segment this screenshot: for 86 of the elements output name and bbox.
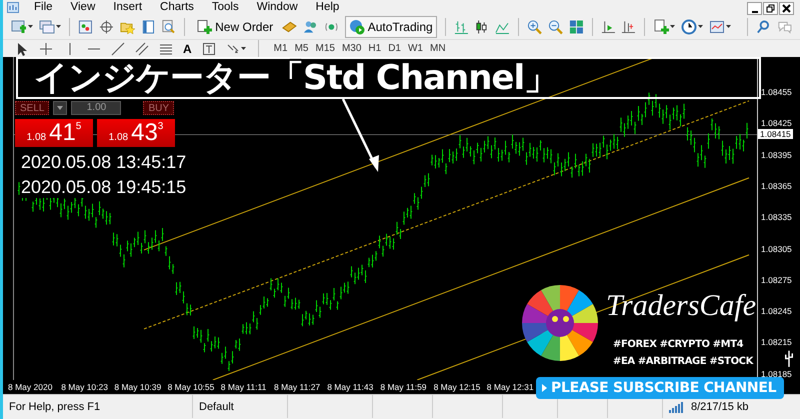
menu-item[interactable]: Charts [151, 1, 203, 13]
trend-line-icon[interactable] [111, 42, 125, 56]
timeframe-button[interactable]: M30 [338, 43, 364, 54]
channel-icon[interactable] [135, 42, 149, 56]
price-label: 1.08245 [761, 306, 792, 316]
timeframe-button[interactable]: D1 [385, 43, 404, 54]
traffic-text: 8/217/15 kb [691, 400, 748, 412]
brand-name: TradersCafe [606, 289, 756, 323]
zoom-in-icon[interactable] [527, 18, 542, 34]
menu-item[interactable]: View [62, 1, 104, 13]
sell-button[interactable]: SELL [15, 101, 50, 115]
autoscroll-icon[interactable] [600, 18, 616, 34]
caret-icon[interactable] [670, 25, 676, 28]
timeframe-button[interactable]: MN [426, 43, 449, 54]
restore-icon[interactable] [763, 2, 778, 15]
bar-chart-icon[interactable] [454, 18, 468, 34]
menu-item[interactable]: Window [248, 1, 307, 13]
text-label-icon[interactable] [202, 42, 216, 56]
menu-item[interactable]: Insert [104, 1, 152, 13]
price-label: 1.08365 [761, 180, 792, 191]
timeframe-button[interactable]: H1 [365, 43, 384, 54]
cursor-icon[interactable] [15, 42, 29, 56]
price-label: 1.08455 [761, 87, 792, 97]
menu-item[interactable]: File [25, 1, 62, 13]
minimize-icon[interactable] [747, 2, 762, 15]
panel-icon[interactable] [140, 18, 156, 34]
overlay-title: インジケーター「Std Channel」 [34, 59, 558, 97]
crosshair-icon[interactable] [39, 42, 53, 56]
timeframe-button[interactable]: M15 [312, 43, 338, 54]
close-icon[interactable] [779, 2, 794, 15]
tile-windows-icon[interactable] [568, 18, 584, 34]
play-icon [542, 384, 547, 392]
price-label: 1.08185 [761, 368, 792, 379]
document-plus-icon[interactable] [196, 18, 212, 34]
time-label: 8 May 11:27 [274, 382, 320, 392]
price-label: 1.08275 [761, 274, 792, 285]
time-label: 8 May 12:31 [486, 382, 534, 392]
status-profile-text: Default [199, 400, 234, 412]
text-tool[interactable]: A [183, 42, 192, 56]
time-label: 8 May 11:43 [327, 382, 374, 392]
clock-icon[interactable] [681, 18, 698, 34]
caret-icon[interactable] [240, 47, 246, 50]
time-label: 8 May 2020 [8, 382, 52, 392]
hashtag-line: #EA #ARBITRAGE #STOCK [613, 356, 753, 367]
time-label: 8 May 10:55 [168, 382, 214, 392]
timestamp: 2020.05.08 19:45:15 [21, 177, 186, 198]
menu-item[interactable]: Help [306, 1, 348, 13]
caret-icon[interactable] [726, 25, 732, 28]
caret-icon[interactable] [698, 25, 704, 28]
people-icon[interactable] [303, 18, 318, 34]
cactus-icon [784, 350, 794, 367]
lot-dropdown[interactable] [53, 101, 68, 115]
arrows-icon[interactable] [226, 42, 240, 56]
price-label: 1.08395 [761, 150, 792, 160]
indicator-plus-icon[interactable] [653, 18, 670, 34]
status-help-text: For Help, press F1 [9, 400, 100, 412]
time-label: 8 May 12:15 [434, 382, 480, 392]
price-label: 1.08215 [761, 337, 792, 348]
caret-icon [57, 106, 64, 110]
caret-icon[interactable] [56, 25, 61, 28]
current-price-label: 1.08415 [758, 128, 793, 139]
price-label: 1.08335 [761, 212, 792, 222]
fibonacci-icon[interactable] [159, 42, 173, 56]
price-label: 1.08305 [761, 244, 792, 254]
market-watch-icon[interactable] [78, 18, 93, 34]
time-label: 8 May 11:59 [380, 382, 427, 392]
menu-item[interactable]: Tools [202, 1, 248, 13]
app-icon[interactable] [7, 2, 19, 12]
timeframe-button[interactable]: W1 [404, 43, 426, 54]
candlestick-icon[interactable] [474, 18, 490, 34]
caret-icon[interactable] [28, 25, 33, 28]
buy-button[interactable]: BUY [143, 101, 174, 115]
timeframe-button[interactable]: M1 [270, 43, 291, 54]
chart-shift-icon[interactable] [621, 18, 636, 34]
lot-field[interactable]: 1.00 [71, 101, 122, 115]
time-label: 8 May 10:23 [61, 382, 108, 392]
new-order-button[interactable]: New Order [193, 16, 276, 36]
time-label: 8 May 10:39 [114, 382, 162, 392]
search-icon[interactable] [756, 18, 772, 34]
auto-trading-button[interactable]: AutoTrading [344, 16, 437, 38]
timeframe-button[interactable]: M5 [292, 43, 312, 54]
time-label: 8 May 11:11 [220, 382, 266, 392]
zoom-out-icon[interactable] [548, 18, 563, 34]
hashtag-line: #FOREX #CRYPTO #MT4 [613, 339, 744, 350]
template-icon[interactable] [709, 18, 726, 34]
price-label: 1.08425 [761, 118, 792, 128]
